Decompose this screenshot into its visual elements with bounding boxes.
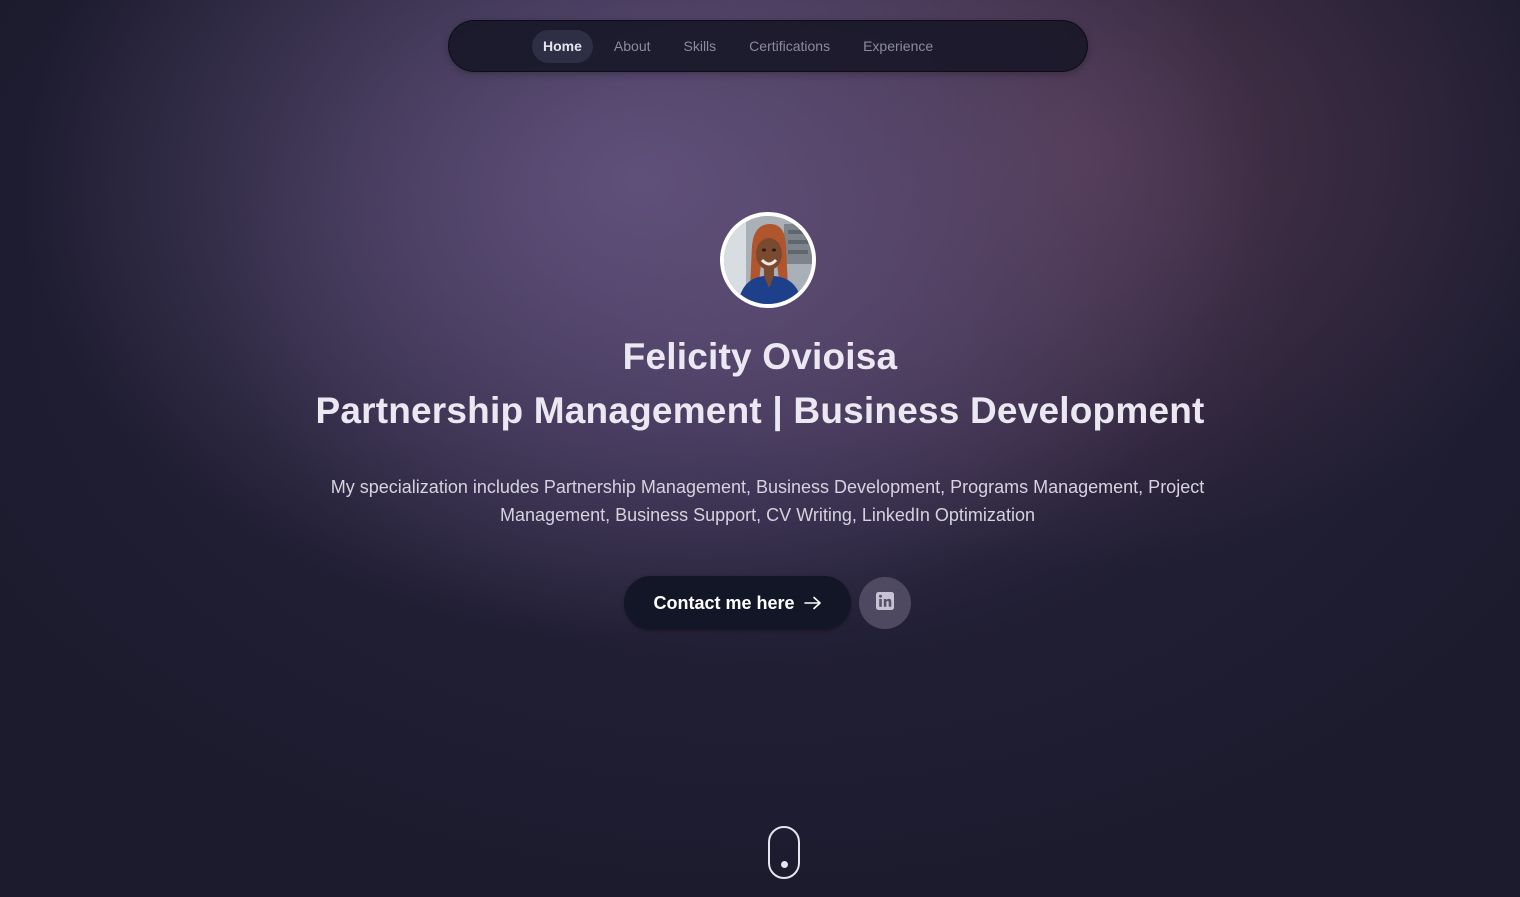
hero-bio: My specialization includes Partnership M…	[330, 477, 1205, 525]
linkedin-icon	[875, 591, 895, 616]
top-navigation: Home About Skills Certifications Experie…	[448, 20, 1088, 72]
hero-name: Felicity Ovioisa	[622, 336, 898, 377]
avatar	[720, 212, 816, 308]
nav-item-home[interactable]: Home	[532, 29, 593, 63]
arrow-right-icon	[803, 596, 822, 610]
nav-item-skills[interactable]: Skills	[673, 30, 728, 63]
linkedin-button[interactable]	[859, 577, 911, 629]
contact-button[interactable]: Contact me here	[624, 576, 851, 630]
nav-item-about[interactable]: About	[603, 30, 662, 63]
contact-button-label: Contact me here	[653, 592, 795, 613]
nav-item-experience[interactable]: Experience	[852, 30, 944, 63]
hero-tagline: Partnership Management | Business Develo…	[315, 390, 1205, 431]
scroll-dot	[781, 861, 788, 868]
profile-photo	[724, 216, 812, 304]
nav-item-certifications[interactable]: Certifications	[738, 30, 841, 63]
scroll-down-indicator[interactable]	[768, 826, 800, 879]
